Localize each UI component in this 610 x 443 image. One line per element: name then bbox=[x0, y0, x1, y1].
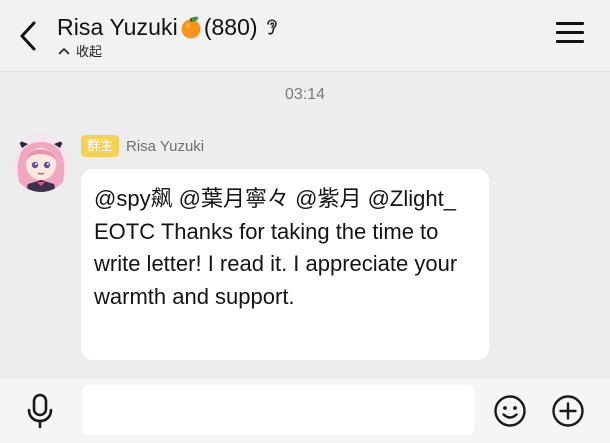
collapse-toggle[interactable]: 收起 bbox=[58, 41, 102, 60]
collapse-label: 收起 bbox=[76, 44, 103, 59]
message-timestamp: 03:14 bbox=[284, 86, 326, 103]
avatar[interactable] bbox=[12, 134, 70, 192]
smiley-icon bbox=[494, 395, 526, 427]
avatar-image bbox=[12, 134, 70, 192]
member-count: (880) bbox=[203, 13, 258, 40]
ear-icon bbox=[266, 19, 277, 35]
menu-icon bbox=[556, 22, 584, 43]
more-button[interactable] bbox=[551, 394, 585, 428]
microphone-icon bbox=[27, 393, 53, 429]
chat-title[interactable]: Risa Yuzuki (880) bbox=[57, 11, 280, 43]
back-arrow-icon bbox=[20, 21, 36, 51]
input-bar bbox=[0, 377, 610, 443]
chat-header: Risa Yuzuki (880) 收起 bbox=[0, 0, 610, 72]
orange-emoji-icon bbox=[181, 16, 201, 39]
menu-button[interactable] bbox=[556, 22, 584, 48]
owner-badge: 群主 bbox=[81, 135, 120, 157]
message-bubble[interactable]: @spy飙 @葉月寧々 @紫月 @Zlight_ EOTC Thanks for… bbox=[81, 169, 489, 360]
group-name: Risa Yuzuki bbox=[57, 13, 178, 40]
sender-name[interactable]: Risa Yuzuki bbox=[126, 138, 204, 155]
message-text: @spy飙 @葉月寧々 @紫月 @Zlight_ EOTC Thanks for… bbox=[94, 186, 458, 309]
message-input[interactable] bbox=[82, 385, 474, 435]
back-button[interactable] bbox=[10, 14, 46, 58]
chevron-up-icon bbox=[58, 47, 70, 54]
sender-row: 群主 Risa Yuzuki bbox=[81, 134, 204, 158]
plus-icon bbox=[552, 395, 584, 427]
emoji-button[interactable] bbox=[493, 394, 527, 428]
voice-button[interactable] bbox=[24, 392, 56, 430]
